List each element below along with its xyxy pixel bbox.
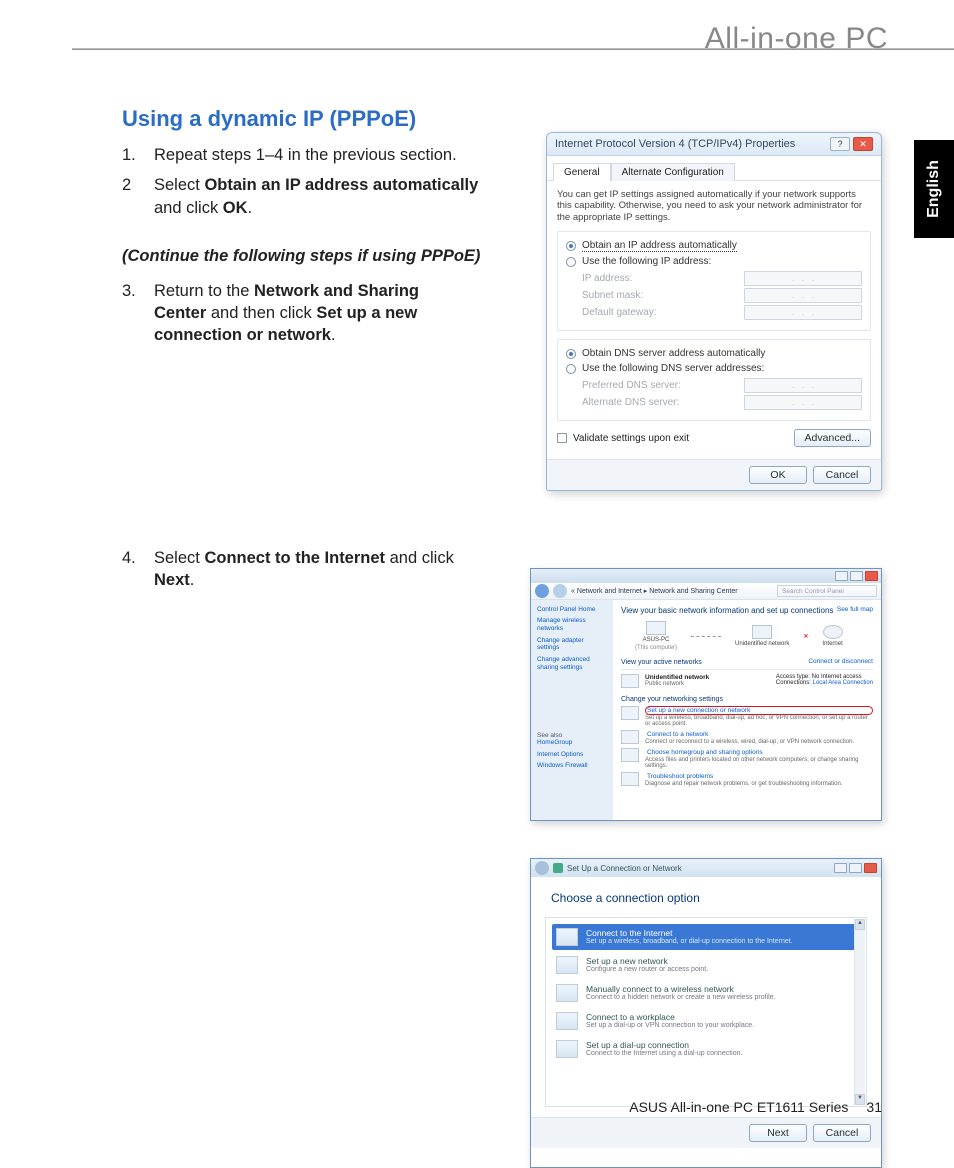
scrollbar[interactable]: ▲▼ [854, 919, 865, 1105]
alt-dns-input: . . . [744, 395, 862, 410]
active-network-icon [621, 674, 639, 688]
tab-general[interactable]: General [553, 163, 611, 181]
forward-button[interactable] [553, 584, 567, 598]
product-line-title: All-in-one PC [705, 22, 888, 56]
option-new-network[interactable]: Set up a new networkConfigure a new rout… [552, 952, 860, 978]
side-link[interactable]: Change advanced sharing settings [537, 656, 607, 672]
troubleshoot-icon [621, 772, 639, 786]
option-connect-internet[interactable]: Connect to the InternetSet up a wireless… [552, 924, 860, 950]
back-button[interactable] [535, 584, 549, 598]
connect-disconnect-link[interactable]: Connect or disconnect [808, 658, 873, 665]
option-dialup[interactable]: Set up a dial-up connectionConnect to th… [552, 1036, 860, 1062]
connect-network-icon [621, 730, 639, 744]
connection-link[interactable]: Local Area Connection [813, 680, 873, 686]
section-title: Using a dynamic IP (PPPoE) [122, 106, 882, 132]
pc-icon [646, 621, 666, 635]
tab-alternate[interactable]: Alternate Configuration [611, 163, 735, 181]
wizard-heading: Choose a connection option [551, 891, 867, 905]
side-link[interactable]: Manage wireless networks [537, 617, 607, 633]
seealso-link[interactable]: HomeGroup [537, 739, 607, 747]
option-workplace[interactable]: Connect to a workplaceSet up a dial-up o… [552, 1008, 860, 1034]
homegroup-link[interactable]: Choose homegroup and sharing options [645, 748, 873, 757]
page-footer: ASUS All-in-one PC ET1611 Series31 [629, 1099, 882, 1115]
internet-icon [823, 625, 843, 639]
advanced-button[interactable]: Advanced... [794, 429, 871, 447]
setup-connection-wizard: Set Up a Connection or Network Choose a … [530, 858, 882, 1168]
radio-obtain-dns-auto[interactable] [566, 349, 576, 359]
help-button[interactable]: ? [830, 137, 850, 151]
close-button[interactable] [864, 863, 877, 873]
wizard-title: Set Up a Connection or Network [567, 864, 682, 873]
wireless-icon [556, 984, 578, 1002]
subnet-input: . . . [744, 288, 862, 303]
step-1: 1. Repeat steps 1–4 in the previous sect… [122, 144, 482, 166]
step-4: 4. Select Connect to the Internet and cl… [122, 547, 462, 592]
new-network-icon [556, 956, 578, 974]
ipv4-properties-dialog: Internet Protocol Version 4 (TCP/IPv4) P… [546, 132, 882, 491]
cancel-button[interactable]: Cancel [813, 466, 871, 484]
pref-dns-input: . . . [744, 378, 862, 393]
dialup-icon [556, 1040, 578, 1058]
connect-internet-icon [556, 928, 578, 946]
next-button[interactable]: Next [749, 1124, 807, 1142]
ok-button[interactable]: OK [749, 466, 807, 484]
gateway-input: . . . [744, 305, 862, 320]
seealso-link[interactable]: Internet Options [537, 751, 607, 759]
option-wireless[interactable]: Manually connect to a wireless networkCo… [552, 980, 860, 1006]
close-button[interactable]: ✕ [853, 137, 873, 151]
change-settings-header: Change your networking settings [621, 696, 873, 703]
cancel-button[interactable]: Cancel [813, 1124, 871, 1142]
main-header: View your basic network information and … [621, 606, 873, 615]
setup-connection-link[interactable]: Set up a new connection or network [645, 706, 873, 715]
see-full-map-link[interactable]: See full map [837, 606, 873, 613]
radio-use-dns[interactable] [566, 364, 576, 374]
language-tab: English [914, 140, 954, 238]
maximize-button[interactable] [849, 863, 862, 873]
side-link[interactable]: Change adapter settings [537, 637, 607, 653]
network-icon [752, 625, 772, 639]
minimize-button[interactable] [834, 863, 847, 873]
troubleshoot-link[interactable]: Troubleshoot problems [645, 772, 842, 781]
dialog-title: Internet Protocol Version 4 (TCP/IPv4) P… [555, 138, 795, 150]
maximize-button[interactable] [850, 571, 863, 581]
step-2: 2 Select Obtain an IP address automatica… [122, 174, 482, 219]
setup-connection-icon [621, 706, 639, 720]
wizard-icon [553, 863, 563, 873]
wizard-back-button[interactable] [535, 861, 549, 875]
breadcrumb[interactable]: « Network and Internet ▸ Network and Sha… [571, 587, 738, 595]
radio-obtain-ip-auto[interactable] [566, 241, 576, 251]
homegroup-icon [621, 748, 639, 762]
see-also-header: See also [537, 732, 607, 739]
cp-home-link[interactable]: Control Panel Home [537, 606, 607, 613]
network-sharing-center-window: « Network and Internet ▸ Network and Sha… [530, 568, 882, 821]
step-3: 3. Return to the Network and Sharing Cen… [122, 280, 462, 347]
search-input[interactable]: Search Control Panel [777, 585, 877, 597]
workplace-icon [556, 1012, 578, 1030]
close-button[interactable] [865, 571, 878, 581]
validate-checkbox[interactable] [557, 433, 567, 443]
radio-use-ip[interactable] [566, 257, 576, 267]
ip-address-input: . . . [744, 271, 862, 286]
info-text: You can get IP settings assigned automat… [557, 189, 871, 223]
connection-error-icon: ✕ [803, 633, 808, 640]
seealso-link[interactable]: Windows Firewall [537, 762, 607, 770]
connect-network-link[interactable]: Connect to a network [645, 730, 854, 739]
minimize-button[interactable] [835, 571, 848, 581]
